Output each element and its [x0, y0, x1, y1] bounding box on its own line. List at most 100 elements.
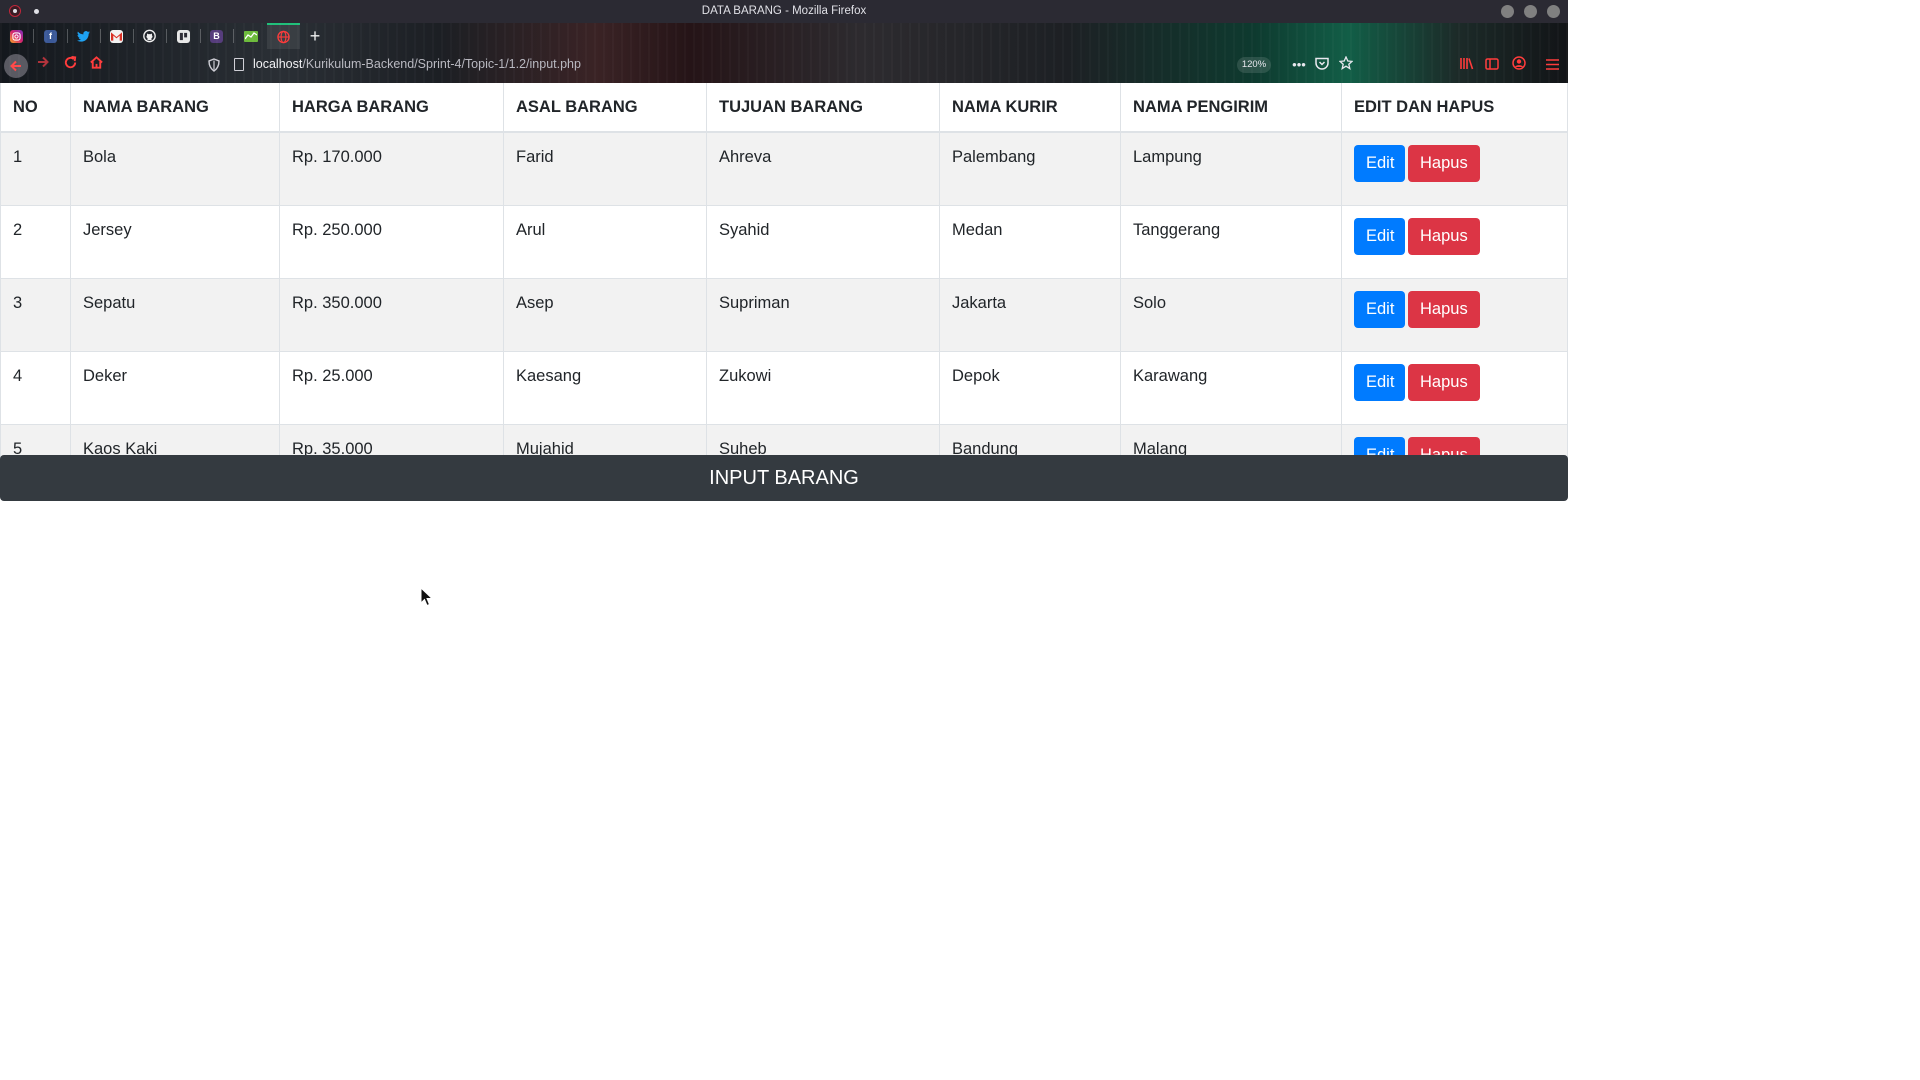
trello-icon: [177, 29, 190, 43]
minimize-button[interactable]: [1501, 5, 1514, 18]
tab-twitter[interactable]: [67, 23, 100, 49]
tab-active-localhost[interactable]: [267, 23, 300, 49]
table-row: 2 Jersey Rp. 250.000 Arul Syahid Medan T…: [0, 205, 1568, 279]
sidebar-icon[interactable]: [1483, 56, 1501, 74]
cell-harga-barang: Rp. 170.000: [279, 131, 504, 206]
maximize-button[interactable]: [1524, 5, 1537, 18]
tab-instagram[interactable]: [0, 23, 33, 49]
mouse-cursor-icon: [420, 587, 434, 607]
globe-icon: [277, 30, 290, 44]
tab-bootstrap[interactable]: B: [200, 23, 233, 49]
cell-actions: EditHapus: [1341, 278, 1568, 352]
cell-no: 3: [0, 278, 71, 352]
cell-harga-barang: Rp. 350.000: [279, 278, 504, 352]
header-no: NO: [0, 83, 71, 133]
hamburger-menu-icon[interactable]: [1543, 56, 1561, 74]
twitter-icon: [77, 30, 90, 43]
cell-nama-kurir: Medan: [939, 205, 1121, 279]
input-barang-button[interactable]: INPUT BARANG: [0, 455, 1568, 501]
table-row: 3 Sepatu Rp. 350.000 Asep Supriman Jakar…: [0, 278, 1568, 352]
cell-harga-barang: Rp. 25.000: [279, 351, 504, 425]
cell-no: 4: [0, 351, 71, 425]
edit-button[interactable]: Edit: [1354, 218, 1405, 255]
cell-asal-barang: Arul: [503, 205, 707, 279]
header-nama-kurir: NAMA KURIR: [939, 83, 1121, 133]
close-window-button[interactable]: [1547, 5, 1560, 18]
hapus-button[interactable]: Hapus: [1408, 291, 1480, 328]
hapus-button[interactable]: Hapus: [1408, 218, 1480, 255]
header-tujuan-barang: TUJUAN BARANG: [706, 83, 940, 133]
cell-no: 2: [0, 205, 71, 279]
instagram-icon: [10, 29, 23, 43]
tab-github[interactable]: [133, 23, 166, 49]
url-path: /Kurikulum-Backend/Sprint-4/Topic-1/1.2/…: [302, 57, 581, 71]
cell-actions: EditHapus: [1341, 205, 1568, 279]
chart-tab-icon: [243, 30, 258, 42]
cell-harga-barang: Rp. 250.000: [279, 205, 504, 279]
table-row: 1 Bola Rp. 170.000 Farid Ahreva Palemban…: [0, 131, 1568, 206]
cell-nama-pengirim: Solo: [1120, 278, 1342, 352]
zoom-indicator[interactable]: 120%: [1237, 57, 1271, 73]
window-title: DATA BARANG - Mozilla Firefox: [701, 5, 867, 17]
url-host: localhost: [253, 57, 303, 71]
github-icon: [143, 29, 156, 43]
cell-no: 1: [0, 131, 71, 206]
edit-button[interactable]: Edit: [1354, 145, 1405, 182]
page-info-icon[interactable]: [234, 58, 244, 71]
back-button[interactable]: [4, 54, 28, 78]
navigation-bar: localhost/Kurikulum-Backend/Sprint-4/Top…: [0, 49, 1568, 83]
account-icon[interactable]: [1510, 56, 1528, 74]
url-field[interactable]: localhost/Kurikulum-Backend/Sprint-4/Top…: [253, 57, 581, 71]
hapus-button[interactable]: Hapus: [1408, 364, 1480, 401]
cell-nama-pengirim: Karawang: [1120, 351, 1342, 425]
cell-nama-kurir: Palembang: [939, 131, 1121, 206]
facebook-icon: f: [44, 29, 57, 43]
header-edit-dan-hapus: EDIT DAN HAPUS: [1341, 83, 1568, 133]
cell-nama-barang: Deker: [70, 351, 280, 425]
home-button[interactable]: [86, 55, 106, 75]
table-row: 4 Deker Rp. 25.000 Kaesang Zukowi Depok …: [0, 351, 1568, 425]
cell-nama-pengirim: Tanggerang: [1120, 205, 1342, 279]
tab-chart[interactable]: [234, 23, 267, 49]
cell-actions: EditHapus: [1341, 351, 1568, 425]
header-nama-barang: NAMA BARANG: [70, 83, 280, 133]
new-tab-button[interactable]: +: [305, 25, 325, 47]
tab-strip: f B +: [0, 23, 340, 49]
cell-asal-barang: Asep: [503, 278, 707, 352]
bookmark-star-icon[interactable]: [1337, 55, 1355, 74]
cell-tujuan-barang: Supriman: [706, 278, 940, 352]
cell-asal-barang: Farid: [503, 131, 707, 206]
bootstrap-icon: B: [210, 29, 223, 43]
pocket-icon[interactable]: [1313, 56, 1331, 74]
tab-facebook[interactable]: f: [34, 23, 67, 49]
data-barang-table: NO NAMA BARANG HARGA BARANG ASAL BARANG …: [0, 83, 1568, 498]
tracking-shield-icon[interactable]: [208, 58, 220, 72]
page-content: NO NAMA BARANG HARGA BARANG ASAL BARANG …: [0, 83, 1568, 882]
forward-button[interactable]: [33, 55, 53, 75]
cell-tujuan-barang: Ahreva: [706, 131, 940, 206]
hapus-button[interactable]: Hapus: [1408, 145, 1480, 182]
cell-nama-barang: Bola: [70, 131, 280, 206]
tab-trello[interactable]: [167, 23, 200, 49]
table-header-row: NO NAMA BARANG HARGA BARANG ASAL BARANG …: [0, 83, 1568, 133]
edit-button[interactable]: Edit: [1354, 291, 1405, 328]
edit-button[interactable]: Edit: [1354, 364, 1405, 401]
cell-asal-barang: Kaesang: [503, 351, 707, 425]
reload-button[interactable]: [60, 55, 80, 75]
library-icon[interactable]: [1458, 56, 1476, 74]
cell-nama-pengirim: Lampung: [1120, 131, 1342, 206]
header-asal-barang: ASAL BARANG: [503, 83, 707, 133]
tab-gmail[interactable]: [100, 23, 133, 49]
cell-tujuan-barang: Zukowi: [706, 351, 940, 425]
browser-toolbar: f B + localhost/Kurikulum-Backend/Sprint…: [0, 23, 1568, 83]
cell-nama-kurir: Jakarta: [939, 278, 1121, 352]
header-harga-barang: HARGA BARANG: [279, 83, 504, 133]
header-nama-pengirim: NAMA PENGIRIM: [1120, 83, 1342, 133]
cell-nama-barang: Jersey: [70, 205, 280, 279]
cell-nama-kurir: Depok: [939, 351, 1121, 425]
window-titlebar: DATA BARANG - Mozilla Firefox: [0, 0, 1568, 23]
page-actions-icon[interactable]: •••: [1290, 56, 1308, 74]
gmail-icon: [110, 29, 123, 43]
cell-actions: EditHapus: [1341, 131, 1568, 206]
cell-nama-barang: Sepatu: [70, 278, 280, 352]
